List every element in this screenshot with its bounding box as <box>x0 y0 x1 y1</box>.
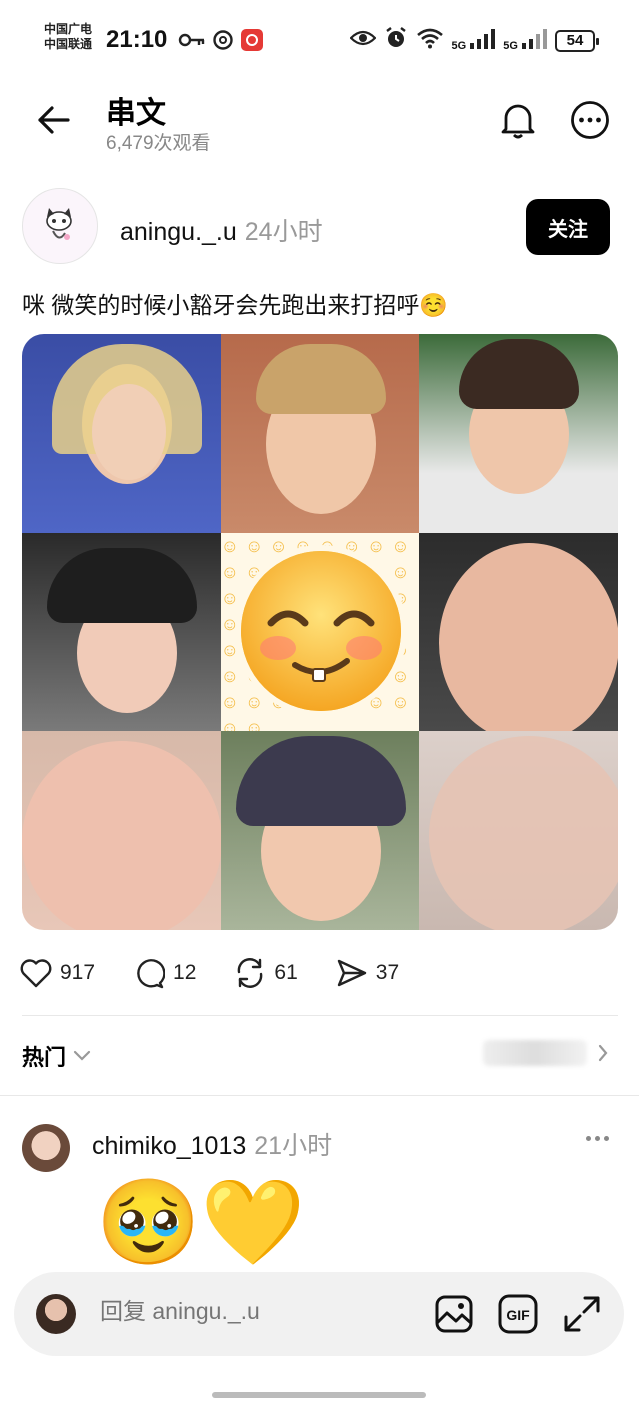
dot <box>603 1135 609 1141</box>
photo-cell[interactable] <box>220 334 420 533</box>
share-button[interactable]: 37 <box>336 958 399 988</box>
chevron-down-icon <box>73 1050 91 1061</box>
app-notification-icon <box>240 28 264 57</box>
comment-author[interactable]: chimiko_1013 21小时 <box>92 1126 332 1162</box>
photo-cell[interactable] <box>22 731 221 930</box>
carrier-name: 中国广电 <box>44 22 93 36</box>
notification-button[interactable] <box>496 98 540 142</box>
photo-cell[interactable] <box>419 532 618 732</box>
sort-dropdown[interactable]: 热门 <box>22 1040 92 1072</box>
network-type: 5G <box>451 40 467 52</box>
divider <box>0 1095 639 1096</box>
follow-button[interactable]: 关注 <box>526 199 610 255</box>
post-image-grid[interactable]: ☺☺☺☺☺☺☺☺☺☺☺☺☺☺☺☺☺☺☺☺☺☺☺☺☺☺☺☺☺☺☺☺☺☺☺☺☺☺☺☺… <box>22 334 618 930</box>
activity-link[interactable] <box>483 1040 609 1066</box>
post-time: 24小时 <box>244 218 323 246</box>
back-button[interactable] <box>32 100 76 140</box>
heart-icon <box>20 959 52 988</box>
commenter-username[interactable]: chimiko_1013 <box>92 1132 246 1160</box>
cat-avatar-icon <box>46 208 72 240</box>
status-bar: 中国广电 中国联通 21:10 5G 5G 54 <box>0 0 639 80</box>
network-type: 5G <box>503 40 518 52</box>
photo-cell[interactable] <box>419 731 618 930</box>
carrier-info: 中国广电 中国联通 <box>44 22 92 52</box>
reply-input[interactable] <box>100 1298 400 1325</box>
status-time: 21:10 <box>106 26 168 53</box>
author-avatar[interactable] <box>22 188 98 264</box>
key-icon <box>178 32 206 53</box>
dot <box>594 1135 600 1141</box>
send-icon <box>337 959 366 987</box>
eye-icon <box>348 29 377 52</box>
more-circle-icon <box>571 101 609 139</box>
photo-cell[interactable] <box>419 334 618 533</box>
expand-button[interactable] <box>560 1292 604 1336</box>
my-avatar <box>36 1294 76 1334</box>
expand-icon <box>564 1296 600 1332</box>
image-attach-button[interactable] <box>432 1292 476 1336</box>
dot <box>585 1135 591 1141</box>
signal-5g-2: 5G <box>503 29 547 52</box>
comment-text: 🥹💛 <box>96 1175 306 1269</box>
divider <box>22 1015 618 1016</box>
photo-cell[interactable] <box>22 532 221 732</box>
battery-indicator: 54 <box>555 29 599 52</box>
author-username[interactable]: aningu._.u <box>120 218 237 246</box>
status-icons-right: 5G 5G 54 <box>348 26 599 55</box>
repost-count: 61 <box>274 961 298 984</box>
gif-icon: GIF <box>498 1294 538 1334</box>
comment-bubble-icon <box>137 959 166 989</box>
share-count: 37 <box>375 961 400 984</box>
more-options-button[interactable] <box>568 98 612 142</box>
arrow-left-icon <box>38 106 70 134</box>
view-count: 6,479次观看 <box>106 133 211 154</box>
photo-cell[interactable] <box>22 334 221 533</box>
like-button[interactable]: 917 <box>20 958 95 988</box>
home-indicator[interactable] <box>212 1392 426 1398</box>
blurred-content <box>483 1040 587 1066</box>
gif-label: GIF <box>506 1307 530 1323</box>
comment-more-button[interactable] <box>580 1124 614 1152</box>
comment-time: 21小时 <box>254 1132 333 1160</box>
repost-button[interactable]: 61 <box>234 957 298 989</box>
post-author[interactable]: aningu._.u 24小时 <box>120 212 323 248</box>
wifi-icon <box>416 27 444 54</box>
status-icons-left <box>178 28 264 57</box>
carrier-name: 中国联通 <box>44 37 93 51</box>
repost-icon <box>238 958 263 988</box>
post-actions: 917 12 61 37 <box>20 952 437 994</box>
like-count: 917 <box>60 961 96 984</box>
signal-bars-icon <box>470 29 496 49</box>
commenter-avatar[interactable] <box>22 1124 70 1172</box>
smiling-face-icon <box>234 544 407 717</box>
alarm-icon <box>384 26 408 55</box>
signal-5g-1: 5G <box>452 29 496 52</box>
page-title: 串文 <box>106 97 166 130</box>
chevron-right-icon <box>598 1044 608 1062</box>
gif-button[interactable]: GIF <box>496 1292 540 1336</box>
threads-icon <box>212 29 234 56</box>
comment-count: 12 <box>173 961 197 984</box>
sort-label: 热门 <box>22 1045 67 1070</box>
image-icon <box>435 1295 473 1333</box>
signal-bars-icon <box>522 29 547 49</box>
thread-header: 串文 6,479次观看 <box>0 80 639 160</box>
post-text: 咪 微笑的时候小豁牙会先跑出来打招呼☺️ <box>22 292 449 318</box>
reply-bar: GIF <box>14 1272 624 1356</box>
photo-cell[interactable] <box>220 731 420 930</box>
comment-button[interactable]: 12 <box>133 957 196 989</box>
bell-icon <box>501 104 535 139</box>
emoji-cell[interactable]: ☺☺☺☺☺☺☺☺☺☺☺☺☺☺☺☺☺☺☺☺☺☺☺☺☺☺☺☺☺☺☺☺☺☺☺☺☺☺☺☺… <box>220 532 420 732</box>
